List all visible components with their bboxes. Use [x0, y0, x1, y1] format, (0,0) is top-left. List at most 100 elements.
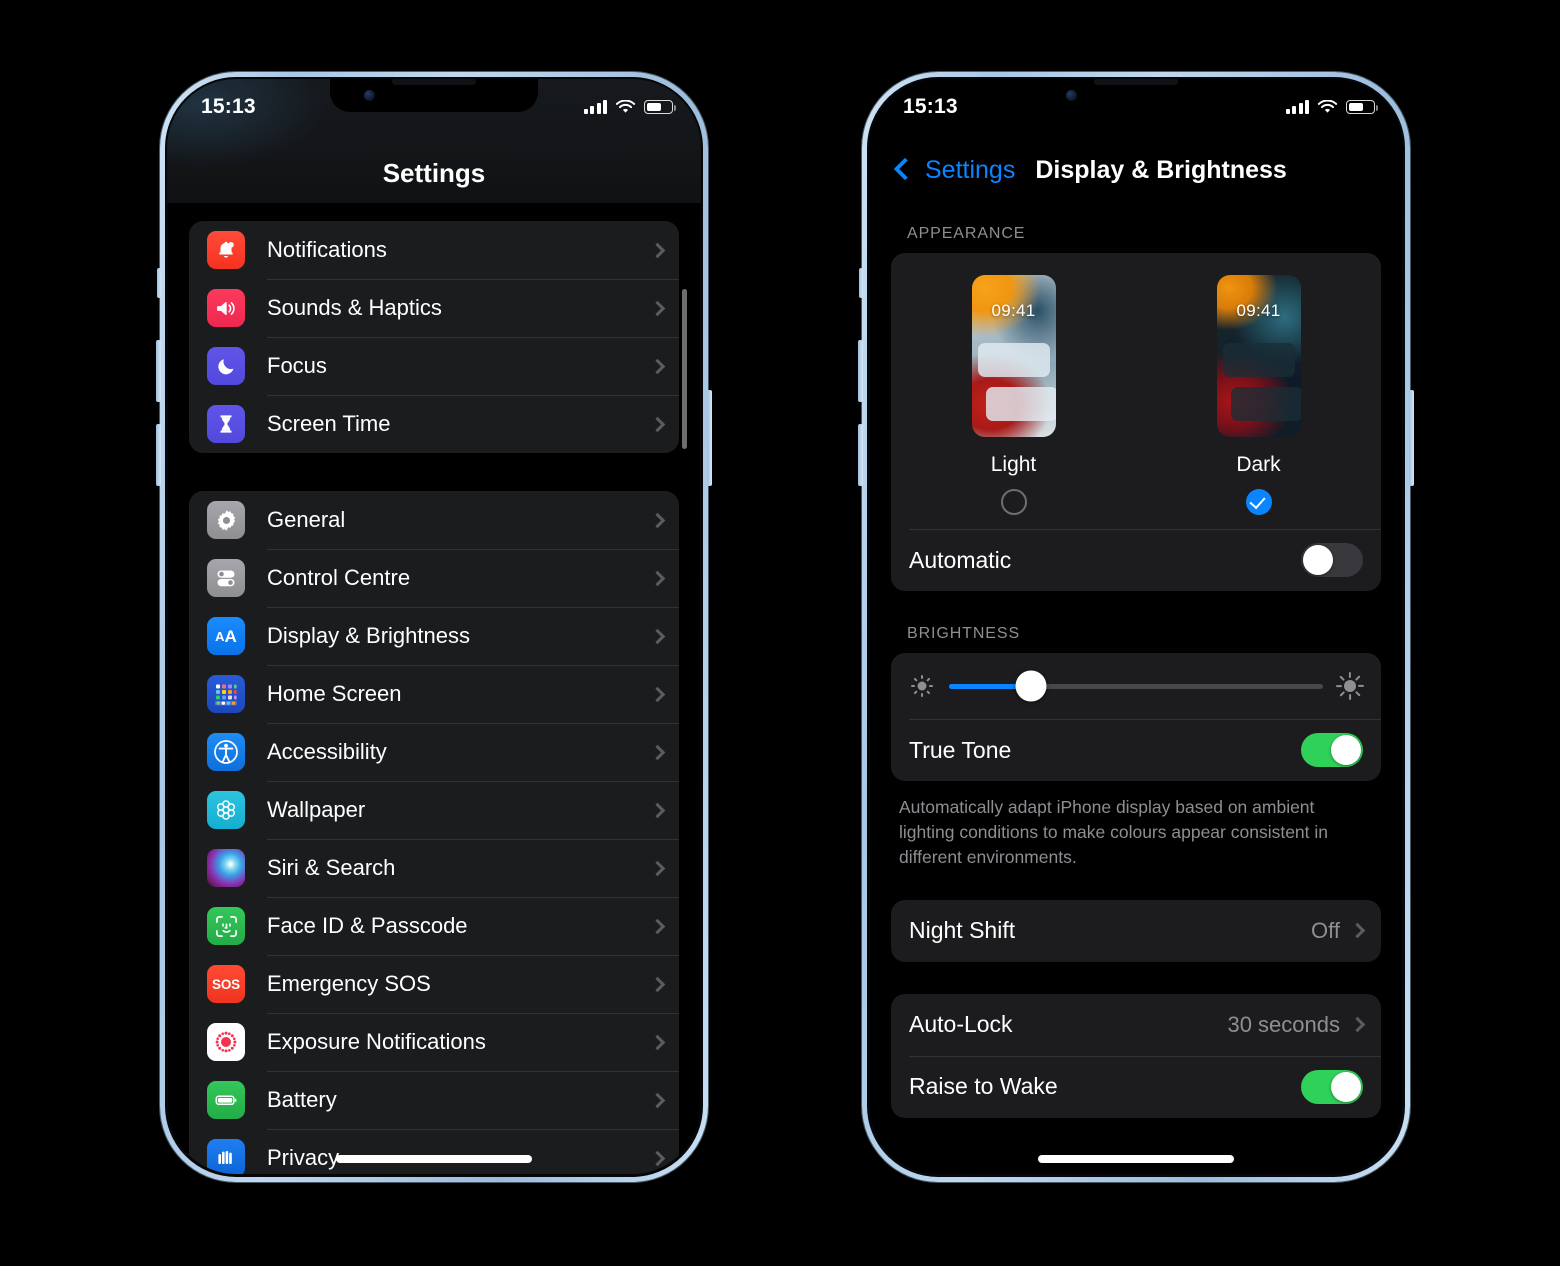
chevron-right-icon [649, 242, 666, 258]
earpiece-speaker [392, 79, 476, 85]
brightness-section-header: BRIGHTNESS [907, 625, 1021, 642]
toggles-icon [207, 559, 245, 597]
sidebar-item-screen-time[interactable]: Screen Time [189, 395, 679, 453]
power-button[interactable] [1409, 390, 1414, 486]
display-settings-scroll-view[interactable]: APPEARANCE 09:41 Light 09:41 Dark Automa… [869, 203, 1403, 1175]
scrollbar[interactable] [682, 289, 687, 449]
sidebar-item-label: General [267, 507, 346, 532]
chevron-right-icon [649, 918, 666, 934]
volume-down-button[interactable] [858, 424, 863, 486]
sos-icon: SOS [207, 965, 245, 1003]
brightness-slider-knob[interactable] [1015, 670, 1047, 702]
screen-left: Settings 15:13 Notifications Sounds & Ha… [167, 79, 701, 1175]
automatic-row[interactable]: Automatic [891, 529, 1381, 591]
hourglass-icon [207, 405, 245, 443]
sidebar-item-label: Battery [267, 1087, 337, 1112]
mute-switch[interactable] [859, 268, 863, 298]
volume-up-button[interactable] [858, 340, 863, 402]
aa-icon: AA [207, 617, 245, 655]
screen-right: Settings Display & Brightness 15:13 APPE… [869, 79, 1403, 1175]
sidebar-item-wallpaper[interactable]: Wallpaper [189, 781, 679, 839]
sidebar-item-display-brightness[interactable]: AA Display & Brightness [189, 607, 679, 665]
appearance-option-label: Light [990, 453, 1037, 476]
sidebar-item-privacy[interactable]: Privacy [189, 1129, 679, 1175]
sidebar-item-control-centre[interactable]: Control Centre [189, 549, 679, 607]
sidebar-item-label: Home Screen [267, 681, 402, 706]
home-indicator[interactable] [336, 1155, 532, 1163]
sidebar-item-label: Accessibility [267, 739, 387, 764]
hand-icon [207, 1139, 245, 1175]
sidebar-item-label: Face ID & Passcode [267, 913, 468, 938]
power-button[interactable] [707, 390, 712, 486]
raise-to-wake-toggle[interactable] [1301, 1069, 1363, 1104]
mute-switch[interactable] [157, 268, 161, 298]
page-title: Display & Brightness [1035, 156, 1287, 184]
brightness-slider[interactable] [949, 670, 1323, 702]
sidebar-item-battery[interactable]: Battery [189, 1071, 679, 1129]
face-id-icon [207, 907, 245, 945]
true-tone-footnote: Automatically adapt iPhone display based… [899, 797, 1328, 867]
volume-down-button[interactable] [156, 424, 161, 486]
exposure-icon [207, 1023, 245, 1061]
automatic-toggle[interactable] [1301, 543, 1363, 577]
preview-widget-2 [985, 387, 1056, 421]
chevron-right-icon [649, 976, 666, 992]
chevron-right-icon [649, 860, 666, 876]
brightness-slider-row[interactable] [891, 653, 1381, 719]
chevron-right-icon [649, 512, 666, 528]
light-radio-button[interactable] [1000, 489, 1027, 515]
brightness-high-icon [1336, 672, 1364, 700]
sidebar-item-emergency-sos[interactable]: SOS Emergency SOS [189, 955, 679, 1013]
flower-icon [207, 791, 245, 829]
night-shift-label: Night Shift [909, 917, 1016, 944]
front-camera-icon [364, 90, 375, 101]
chevron-right-icon [649, 686, 666, 702]
sidebar-item-label: Display & Brightness [267, 623, 470, 648]
chevron-right-icon [649, 300, 666, 316]
preview-time: 09:41 [1236, 301, 1281, 320]
speaker-icon [207, 289, 245, 327]
sidebar-item-exposure-notifications[interactable]: Exposure Notifications [189, 1013, 679, 1071]
sidebar-item-label: Control Centre [267, 565, 411, 590]
back-button[interactable]: Settings [893, 156, 1035, 185]
app-grid-icon [207, 675, 245, 713]
front-camera-icon [1066, 90, 1077, 101]
sidebar-item-general[interactable]: General [189, 491, 679, 549]
dark-preview-thumbnail[interactable]: 09:41 [1216, 275, 1301, 437]
chevron-right-icon [649, 628, 666, 644]
raise-to-wake-row[interactable]: Raise to Wake [891, 1055, 1381, 1118]
auto-lock-row[interactable]: Auto-Lock 30 seconds [891, 994, 1381, 1056]
appearance-options: 09:41 Light 09:41 Dark [891, 253, 1381, 529]
gear-icon [207, 501, 245, 539]
automatic-label: Automatic [909, 546, 1012, 573]
sidebar-item-notifications[interactable]: Notifications [189, 221, 679, 279]
sidebar-item-label: Notifications [267, 237, 387, 262]
settings-scroll-view[interactable]: Notifications Sounds & Haptics Focus Scr… [167, 203, 701, 1175]
night-shift-value: Off [1311, 917, 1340, 943]
sidebar-item-face-id-passcode[interactable]: Face ID & Passcode [189, 897, 679, 955]
appearance-option-light[interactable]: 09:41 Light [971, 275, 1056, 519]
home-indicator[interactable] [1038, 1155, 1234, 1163]
sidebar-item-siri-search[interactable]: Siri & Search [189, 839, 679, 897]
battery-icon [207, 1081, 245, 1119]
night-shift-row[interactable]: Night Shift Off [891, 900, 1381, 962]
settings-group-1: Notifications Sounds & Haptics Focus Scr… [189, 221, 679, 453]
appearance-section-header: APPEARANCE [907, 225, 1026, 242]
sidebar-item-focus[interactable]: Focus [189, 337, 679, 395]
appearance-option-dark[interactable]: 09:41 Dark [1216, 275, 1301, 519]
status-time: 15:13 [903, 95, 958, 118]
iphone-device-left: Settings 15:13 Notifications Sounds & Ha… [156, 72, 712, 1182]
dark-radio-button[interactable] [1245, 489, 1272, 515]
volume-up-button[interactable] [156, 340, 161, 402]
sidebar-item-sounds-haptics[interactable]: Sounds & Haptics [189, 279, 679, 337]
sidebar-item-label: Sounds & Haptics [267, 295, 442, 320]
sidebar-item-accessibility[interactable]: Accessibility [189, 723, 679, 781]
sidebar-item-home-screen[interactable]: Home Screen [189, 665, 679, 723]
true-tone-toggle[interactable] [1301, 733, 1363, 767]
auto-lock-value: 30 seconds [1227, 1011, 1340, 1037]
true-tone-row[interactable]: True Tone [891, 719, 1381, 781]
light-preview-thumbnail[interactable]: 09:41 [971, 275, 1056, 437]
screenshot-stage: Settings 15:13 Notifications Sounds & Ha… [0, 0, 1560, 1266]
page-title: Settings [382, 158, 486, 188]
moon-icon [207, 347, 245, 385]
